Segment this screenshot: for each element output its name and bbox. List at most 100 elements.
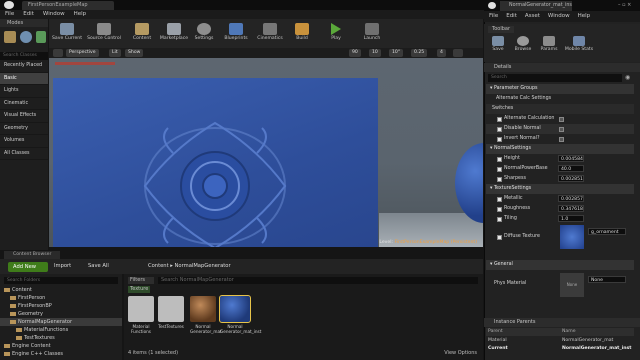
menu-window[interactable]: Window — [43, 11, 65, 17]
cinematics-button[interactable]: Cinematics — [253, 21, 287, 47]
menu-help[interactable]: Help — [74, 11, 87, 17]
filters-button[interactable]: Filters — [128, 277, 154, 284]
perspective-button[interactable]: Perspective — [66, 49, 99, 57]
menu-help[interactable]: Help — [578, 13, 591, 19]
diffuse-texture-dropdown[interactable]: g_ornament — [588, 228, 626, 235]
normal-settings-header[interactable]: ▾ NormalSettings — [486, 144, 634, 154]
category-all-classes[interactable]: All Classes — [0, 148, 48, 160]
category-volumes[interactable]: Volumes — [0, 135, 48, 148]
tiling-value-input[interactable]: 1.0 — [558, 215, 584, 223]
import-button[interactable]: Import — [54, 263, 71, 269]
camera-speed-value[interactable]: 4 — [437, 49, 446, 57]
blueprints-button[interactable]: Blueprints — [219, 21, 253, 47]
menu-edit[interactable]: Edit — [23, 11, 34, 17]
height-checkbox[interactable] — [497, 156, 502, 162]
sharpess-value-input[interactable]: 0.002851 — [558, 175, 584, 183]
marketplace-button[interactable]: Marketplace — [157, 21, 191, 47]
foliage-mode-icon[interactable] — [36, 31, 46, 43]
search-classes-input[interactable]: Search Classes — [0, 52, 48, 60]
folder-tree-item[interactable]: Content — [0, 286, 122, 294]
instance-current-row[interactable]: Current NormalGenerator_mat_inst — [486, 345, 634, 353]
asset-normal-generator-mat[interactable]: Normal Generator_mat — [190, 296, 222, 334]
me-browse-button[interactable]: Browse — [510, 34, 536, 60]
menu-asset[interactable]: Asset — [525, 13, 540, 19]
folder-tree-item[interactable]: FirstPersonBP — [0, 302, 122, 310]
instance-parents-tab[interactable]: Instance Parents — [484, 318, 640, 327]
level-viewport[interactable]: Level: FirstPersonExampleMap (Persistent… — [49, 58, 483, 247]
folder-tree-item[interactable]: Engine C++ Classes — [0, 350, 122, 358]
texture-settings-header[interactable]: ▾ TextureSettings — [486, 184, 634, 194]
disable-normal-value-checkbox[interactable] — [559, 126, 564, 132]
view-options-button[interactable]: View Options — [444, 350, 477, 356]
place-mode-icon[interactable] — [4, 31, 16, 43]
viewport-options-icon[interactable] — [53, 49, 63, 57]
phys-material-dropdown[interactable]: None — [588, 276, 626, 283]
grid-snap-value[interactable]: 10 — [369, 49, 381, 57]
window-controls-icon[interactable]: – ▫ × — [618, 2, 636, 8]
menu-edit[interactable]: Edit — [506, 13, 517, 19]
launch-button[interactable]: Launch — [355, 21, 389, 47]
normal-power-base-value-input[interactable]: 40.0 — [558, 165, 584, 173]
category-basic[interactable]: Basic — [0, 72, 48, 85]
me-mobile-stats-button[interactable]: Mobile Stats — [562, 34, 596, 60]
sharpess-checkbox[interactable] — [497, 176, 502, 182]
height-value-input[interactable]: 0.004584 — [558, 155, 584, 163]
phys-material-thumbnail[interactable]: None — [560, 273, 584, 297]
content-button[interactable]: Content — [125, 21, 159, 47]
build-button[interactable]: Build — [285, 21, 319, 47]
show-button[interactable]: Show — [125, 49, 144, 57]
scale-snap-value[interactable]: 0.25 — [411, 49, 428, 57]
lit-button[interactable]: Lit — [109, 49, 121, 57]
save-all-button[interactable]: Save All — [88, 263, 109, 269]
roughness-checkbox[interactable] — [497, 206, 502, 212]
paint-mode-icon[interactable] — [20, 31, 32, 43]
source-control-button[interactable]: Source Control — [87, 21, 121, 47]
maximize-viewport-icon[interactable] — [453, 49, 463, 57]
breadcrumb-normalmapgenerator[interactable]: NormalMapGenerator — [175, 263, 231, 269]
folder-tree-item[interactable]: Engine Content — [0, 342, 122, 350]
content-browser-tab[interactable]: Content Browser — [4, 251, 60, 259]
details-tab[interactable]: Details — [484, 63, 640, 72]
tiling-checkbox[interactable] — [497, 216, 502, 222]
search-assets-input[interactable]: Search NormalMapGenerator — [158, 277, 478, 284]
me-save-button[interactable]: Save — [485, 34, 511, 60]
switches-group[interactable]: Switches — [486, 104, 634, 114]
modes-tab[interactable]: Modes — [0, 19, 48, 27]
folder-tree-item[interactable]: MaterialFunctions — [0, 326, 122, 334]
metallic-value-input[interactable]: 0.002857 — [558, 195, 584, 203]
me-params-button[interactable]: Params — [536, 34, 562, 60]
menu-window[interactable]: Window — [548, 13, 570, 19]
asset-material-functions[interactable]: Material Functions — [128, 296, 154, 334]
level-tab[interactable]: FirstPersonExampleMap — [22, 1, 114, 10]
invert-normal-value-checkbox[interactable] — [559, 136, 564, 142]
general-header[interactable]: ▾ General — [486, 260, 634, 270]
folder-tree-item[interactable]: FirstPerson — [0, 294, 122, 302]
menu-file[interactable]: File — [489, 13, 498, 19]
folder-tree-item[interactable]: Geometry — [0, 310, 122, 318]
metallic-checkbox[interactable] — [497, 196, 502, 202]
add-new-button[interactable]: Add New — [8, 262, 48, 272]
settings-button[interactable]: Settings — [187, 21, 221, 47]
texture-filter-chip[interactable]: Texture — [128, 286, 150, 293]
folder-tree-item[interactable]: TestTextures — [0, 334, 122, 342]
details-search-input[interactable]: Search — [488, 74, 622, 82]
asset-test-textures[interactable]: TestTextures — [158, 296, 184, 329]
invert-normal-enable-checkbox[interactable] — [497, 136, 502, 142]
category-geometry[interactable]: Geometry — [0, 123, 48, 135]
alternate-calculation-enable-checkbox[interactable] — [497, 116, 502, 122]
disable-normal-enable-checkbox[interactable] — [497, 126, 502, 132]
save-current-button[interactable]: Save Current — [50, 21, 84, 47]
menu-file[interactable]: File — [5, 11, 14, 17]
normal-power-base-checkbox[interactable] — [497, 166, 502, 172]
instance-parent-row[interactable]: Material NormalGenerator_mat — [486, 337, 634, 345]
category-visual-effects[interactable]: Visual Effects — [0, 110, 48, 123]
toolbar-tab[interactable]: Toolbar — [488, 26, 515, 33]
diffuse-texture-checkbox[interactable] — [497, 235, 502, 240]
folder-tree-item[interactable]: NormalMapGenerator — [0, 318, 122, 326]
rotation-snap-value[interactable]: 10° — [389, 49, 404, 57]
breadcrumb-content[interactable]: Content — [148, 263, 169, 269]
category-cinematic[interactable]: Cinematic — [0, 98, 48, 110]
play-button[interactable]: Play — [319, 21, 353, 47]
asset-normal-generator-mat-inst[interactable]: Normal Generator_mat_inst — [219, 295, 261, 334]
material-instance-tab[interactable]: NormalGenerator_mat_inst — [500, 1, 572, 11]
